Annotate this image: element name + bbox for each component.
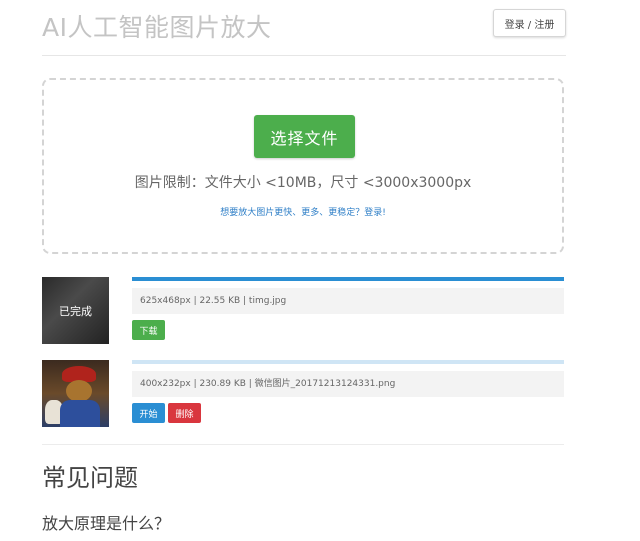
bear-face [66,380,92,402]
file-item: 已完成 625x468px | 22.55 KB | timg.jpg 下载 [42,277,564,345]
start-button[interactable]: 开始 [132,403,165,423]
file-item: 400x232px | 230.89 KB | 微信图片_20171213124… [42,360,564,428]
progress-bar [132,277,564,281]
status-label: 已完成 [59,305,92,318]
faq-title: 常见问题 [42,464,138,492]
file-thumbnail [42,360,109,427]
bear-coat [60,400,100,427]
faq-question[interactable]: 放大原理是什么？ [42,510,170,534]
file-info: 400x232px | 230.89 KB | 微信图片_20171213124… [132,360,564,428]
app-title: AI人工智能图片放大 [42,13,272,42]
progress-bar [132,360,564,364]
file-meta: 400x232px | 230.89 KB | 微信图片_20171213124… [132,371,564,397]
choose-file-button[interactable]: 选择文件 [254,115,355,158]
file-info: 625x468px | 22.55 KB | timg.jpg 下载 [132,277,564,345]
delete-button[interactable]: 删除 [168,403,201,423]
progress-fill [132,277,564,281]
download-button[interactable]: 下载 [132,320,165,340]
file-thumbnail: 已完成 [42,277,109,344]
login-promo-link[interactable]: 想要放大图片更快、更多、更稳定？登录! [44,205,562,218]
file-meta: 625x468px | 22.55 KB | timg.jpg [132,288,564,314]
image-limit-text: 图片限制：文件大小 <10MB，尺寸 <3000x3000px [134,175,472,191]
header: AI人工智能图片放大 登录 / 注册 [42,0,566,56]
section-divider [42,444,564,445]
login-register-button[interactable]: 登录 / 注册 [493,9,566,37]
upload-dropzone[interactable]: 选择文件 图片限制：文件大小 <10MB，尺寸 <3000x3000px 想要放… [42,78,564,254]
